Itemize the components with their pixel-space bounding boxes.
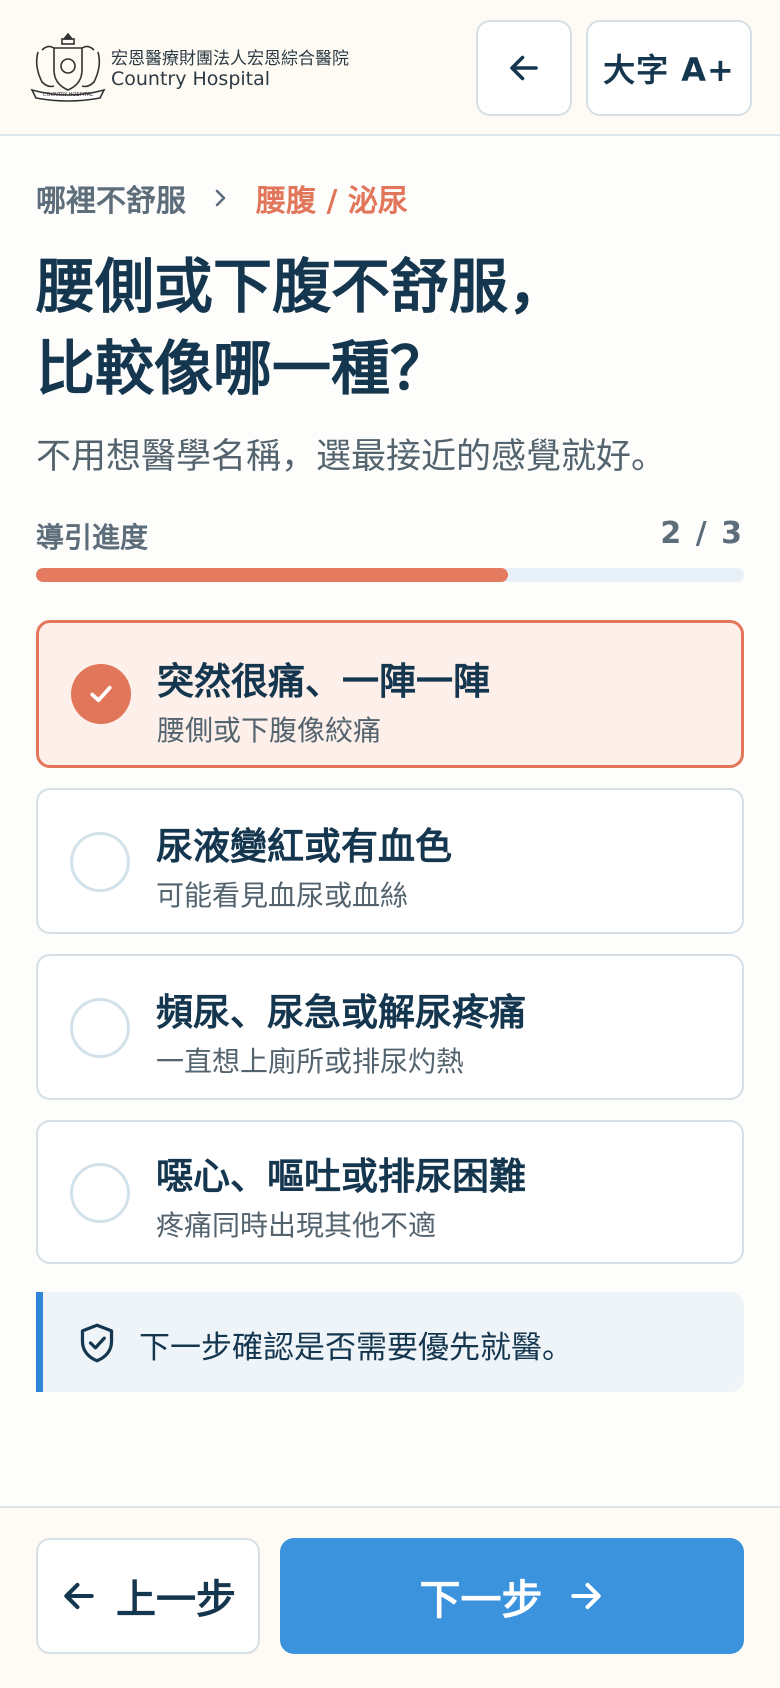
option-desc: 疼痛同時出現其他不適: [156, 1209, 437, 1242]
previous-button[interactable]: 上一步: [36, 1538, 260, 1654]
next-button-label: 下一步: [419, 1576, 543, 1624]
info-notice: 下一步確認是否需要優先就醫。: [36, 1292, 744, 1392]
title-line-1: 腰側或下腹不舒服，: [36, 252, 568, 321]
option-sudden-pain[interactable]: 突然很痛、一陣一陣 腰側或下腹像絞痛: [36, 620, 744, 768]
radio-checked[interactable]: [71, 664, 131, 724]
option-desc: 腰側或下腹像絞痛: [157, 714, 382, 747]
option-title: 頻尿、尿急或解尿疼痛: [156, 991, 526, 1034]
option-desc: 可能看見血尿或血絲: [156, 879, 409, 912]
title-line-2: 比較像哪一種？: [36, 334, 450, 403]
breadcrumb: 哪裡不舒服 腰腹 / 泌尿: [36, 176, 408, 220]
header: COUNTRY HOSPITAL 宏恩醫療財團法人宏恩綜合醫院 Country …: [0, 0, 780, 136]
option-title: 噁心、嘔吐或排尿困難: [156, 1155, 526, 1198]
brand-name-cn: 宏恩醫療財團法人宏恩綜合醫院: [111, 49, 349, 69]
option-title: 尿液變紅或有血色: [156, 825, 452, 868]
notice-text: 下一步確認是否需要優先就醫。: [139, 1330, 573, 1366]
previous-button-label: 上一步: [116, 1577, 236, 1623]
breadcrumb-current: 腰腹 / 泌尿: [256, 184, 408, 219]
shield-check-icon: [80, 1323, 114, 1363]
page-title: 腰側或下腹不舒服， 比較像哪一種？: [36, 246, 567, 410]
back-button[interactable]: [476, 20, 572, 116]
chevron-right-icon: [215, 189, 226, 207]
progress-count: 2 / 3: [660, 516, 744, 551]
radio-unchecked[interactable]: [70, 998, 130, 1058]
arrow-right-icon: [570, 1582, 601, 1610]
option-frequent-urination[interactable]: 頻尿、尿急或解尿疼痛 一直想上廁所或排尿灼熱: [36, 954, 744, 1100]
radio-unchecked[interactable]: [70, 832, 130, 892]
option-blood-urine[interactable]: 尿液變紅或有血色 可能看見血尿或血絲: [36, 788, 744, 934]
option-desc: 一直想上廁所或排尿灼熱: [156, 1045, 465, 1078]
option-nausea-vomiting[interactable]: 噁心、嘔吐或排尿困難 疼痛同時出現其他不適: [36, 1120, 744, 1264]
arrow-left-icon: [510, 55, 538, 81]
arrow-left-icon: [64, 1582, 94, 1610]
hospital-crest-icon: COUNTRY HOSPITAL: [30, 32, 106, 102]
footer-nav: 上一步 下一步: [0, 1506, 780, 1688]
progress-bar-fill: [36, 568, 509, 582]
svg-text:COUNTRY HOSPITAL: COUNTRY HOSPITAL: [43, 92, 93, 98]
next-button[interactable]: 下一步: [280, 1538, 744, 1654]
progress-bar: [36, 568, 744, 582]
breadcrumb-home[interactable]: 哪裡不舒服: [36, 176, 186, 220]
radio-unchecked[interactable]: [70, 1163, 130, 1223]
progress-label: 導引進度: [36, 521, 149, 554]
brand-name-en: Country Hospital: [111, 68, 271, 90]
triage-page: COUNTRY HOSPITAL 宏恩醫療財團法人宏恩綜合醫院 Country …: [0, 0, 780, 1688]
font-size-button[interactable]: 大字 A+: [586, 20, 752, 116]
option-title: 突然很痛、一陣一陣: [157, 660, 490, 703]
page-subtitle: 不用想醫學名稱，選最接近的感覺就好。: [36, 437, 667, 477]
checkmark-icon: [90, 685, 112, 703]
